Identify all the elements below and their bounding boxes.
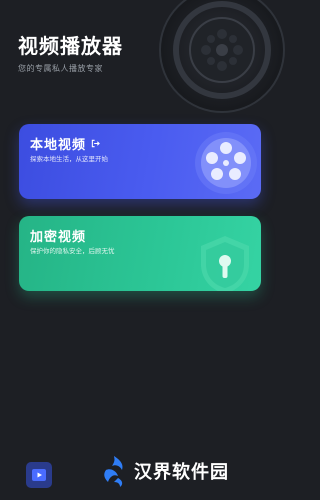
app-subtitle: 您的专属私人播放专家	[18, 64, 103, 73]
local-video-card[interactable]: 本地视频 探索本地生活，从这里开始	[19, 124, 261, 199]
speaker-graphic	[159, 0, 285, 113]
private-video-title-row: 加密视频	[30, 226, 86, 245]
watermark-text: 汉界软件园	[134, 462, 229, 483]
watermark-logo-icon	[104, 456, 123, 487]
private-video-description: 保护你的隐私安全，后顾无忧	[30, 247, 115, 255]
video-play-icon	[32, 469, 46, 481]
private-video-card[interactable]: 加密视频 保护你的隐私安全，后顾无忧	[19, 216, 261, 291]
local-video-title: 本地视频	[30, 138, 87, 153]
watermark: 汉界软件园	[100, 454, 229, 488]
nav-tab-video[interactable]	[26, 462, 52, 488]
shield-lock-icon	[201, 236, 249, 291]
film-reel-icon	[195, 132, 257, 194]
app-title: 视频播放器	[18, 34, 123, 58]
local-video-description: 探索本地生活，从这里开始	[30, 155, 108, 163]
local-video-title-row: 本地视频	[30, 134, 100, 153]
enter-arrow-icon	[91, 139, 100, 148]
private-video-title: 加密视频	[30, 230, 87, 245]
header: 视频播放器 您的专属私人播放专家	[18, 34, 123, 74]
